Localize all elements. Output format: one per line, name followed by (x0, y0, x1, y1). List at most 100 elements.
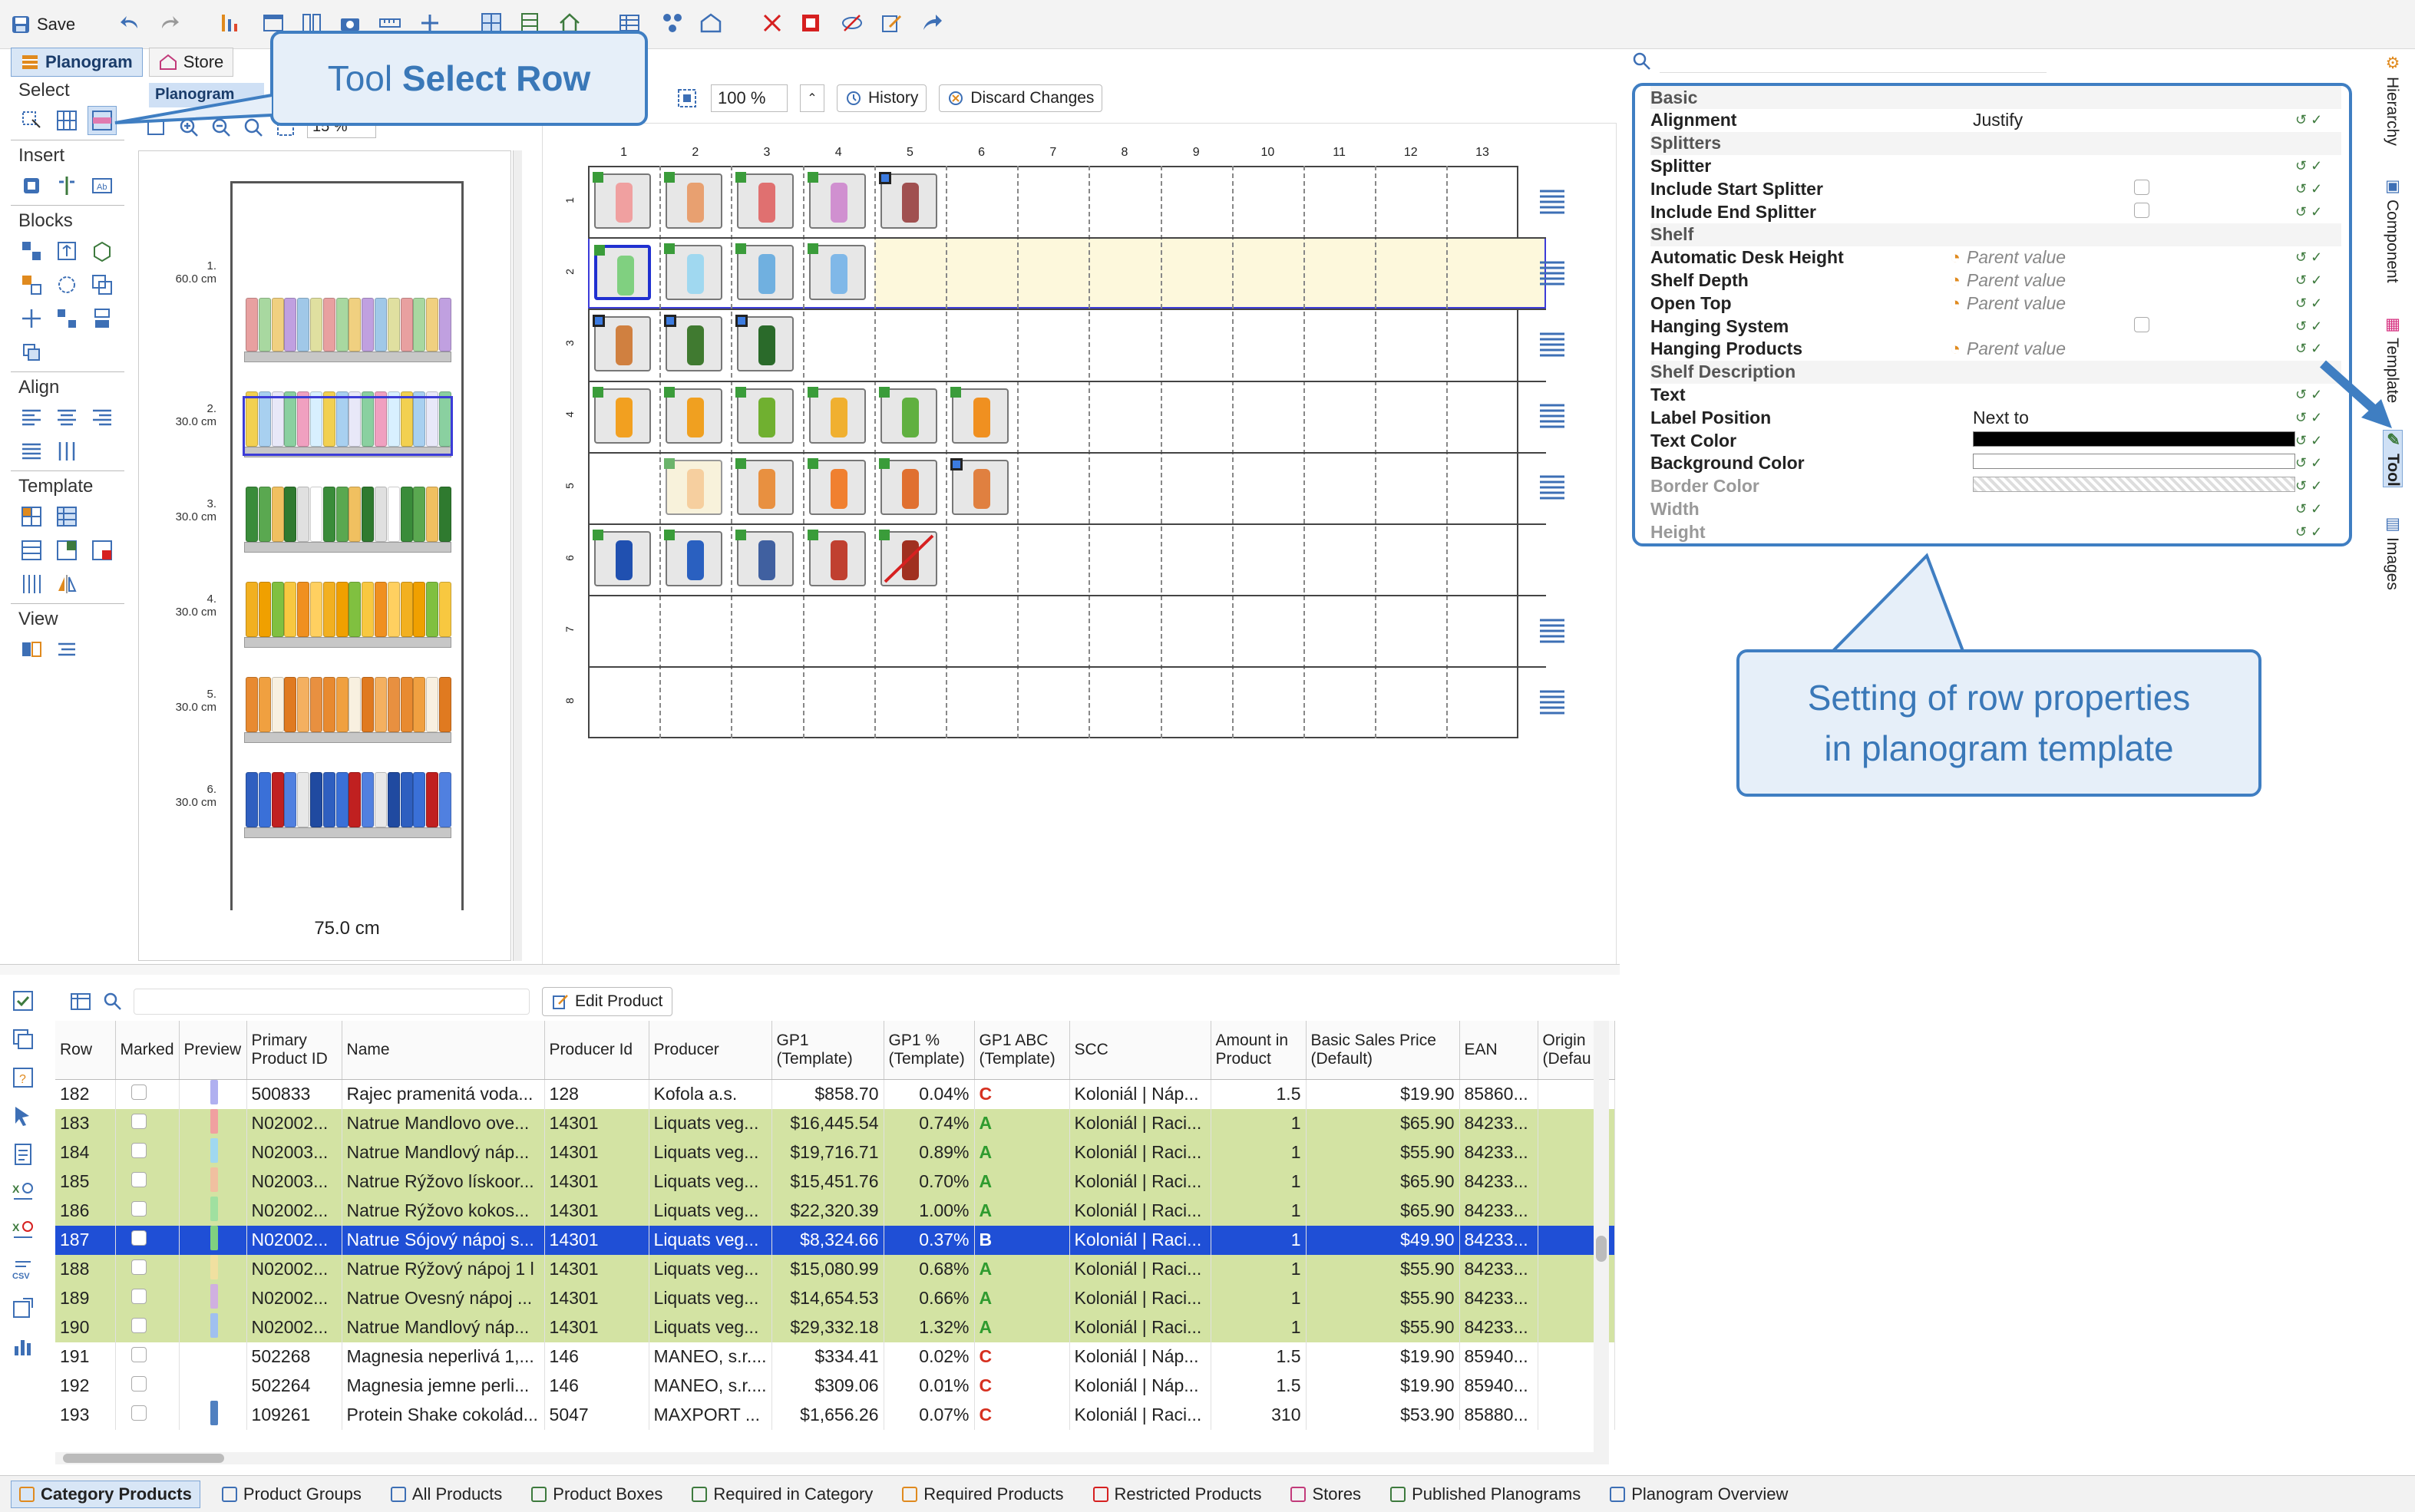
planogram-product[interactable] (664, 315, 723, 372)
property-row[interactable]: Open Top ◔ Parent value ↺ ✓ (1650, 292, 2341, 315)
column-header[interactable]: Preview (179, 1021, 247, 1080)
column-header[interactable]: Producer Id (544, 1021, 649, 1080)
redo-icon[interactable] (154, 8, 184, 38)
preview-scrollbar[interactable] (513, 150, 522, 961)
reset-icon[interactable]: ↺ ✓ (2295, 295, 2341, 312)
property-value[interactable]: Justify (1973, 110, 2295, 130)
stop-icon[interactable] (795, 8, 826, 38)
row-settings-icon[interactable] (1538, 687, 1566, 718)
check-list-icon[interactable] (11, 989, 35, 1013)
property-search-input[interactable] (1660, 50, 2047, 73)
table-row[interactable]: 188 N02002... Natrue Rýžový nápoj 1 l 14301… (55, 1254, 1615, 1284)
row-settings-icon[interactable] (1538, 258, 1566, 289)
property-value[interactable] (1973, 476, 2295, 497)
planogram-product[interactable] (664, 530, 723, 586)
property-value[interactable] (1973, 453, 2295, 474)
planogram-product[interactable] (664, 172, 723, 229)
reset-icon[interactable]: ↺ ✓ (2295, 272, 2341, 289)
property-row[interactable]: Automatic Desk Height ◔ Parent value ↺ ✓ (1650, 246, 2341, 269)
row-settings-icon[interactable] (1538, 329, 1566, 360)
property-row[interactable]: Alignment Justify ↺ ✓ (1650, 109, 2341, 132)
table-row[interactable]: 187 N02002... Natrue Sójový nápoj s... 1430… (55, 1225, 1615, 1255)
tab-store[interactable]: Store (148, 48, 234, 77)
bottom-tab[interactable]: Published Planograms (1383, 1481, 1588, 1508)
store-icon[interactable] (695, 8, 726, 38)
marked-cell[interactable] (115, 1342, 180, 1372)
table-row[interactable]: 183 N02002... Natrue Mandlovo ove... 14301 L… (55, 1108, 1615, 1138)
table-settings-icon[interactable] (69, 990, 92, 1013)
table-search-input[interactable] (134, 989, 530, 1015)
table-row[interactable]: 186 N02002... Natrue Rýžovo kokos... 14301 L… (55, 1196, 1615, 1226)
planogram-product[interactable] (807, 172, 866, 229)
block-cycle-icon[interactable] (52, 270, 81, 299)
marked-checkbox[interactable] (130, 1143, 147, 1158)
planogram-product[interactable] (664, 386, 723, 444)
fit-icon[interactable] (676, 87, 699, 110)
marked-checkbox[interactable] (130, 1084, 147, 1100)
planogram-product[interactable] (593, 315, 651, 372)
column-header[interactable]: GP1 % (Template) (884, 1021, 975, 1080)
network-icon[interactable] (657, 8, 688, 38)
reset-icon[interactable]: ↺ ✓ (2295, 524, 2341, 540)
side-tab-tool[interactable]: ✎ Tool (2383, 430, 2403, 487)
template-table-icon[interactable] (52, 502, 81, 531)
reset-icon[interactable]: ↺ ✓ (2295, 341, 2341, 357)
block-group-icon[interactable] (17, 270, 46, 299)
reset-icon[interactable]: ↺ ✓ (2295, 319, 2341, 335)
reset-icon[interactable]: ↺ ✓ (2295, 181, 2341, 197)
align-left-icon[interactable] (17, 403, 46, 432)
share-icon[interactable] (917, 8, 947, 38)
h-scroll-thumb[interactable] (63, 1454, 224, 1463)
table-horizontal-scrollbar[interactable] (55, 1452, 1594, 1464)
planogram-product[interactable] (950, 457, 1009, 515)
block-split-icon[interactable] (52, 304, 81, 333)
block-move-icon[interactable] (17, 304, 46, 333)
property-row[interactable]: Shelf Depth ◔ Parent value ↺ ✓ (1650, 269, 2341, 292)
property-value[interactable]: ◔ Parent value (1950, 293, 2295, 314)
planogram-product[interactable] (878, 386, 937, 444)
marked-checkbox[interactable] (130, 1376, 147, 1392)
align-justify-icon[interactable] (17, 437, 46, 466)
template-mirror-icon[interactable] (52, 569, 81, 599)
planogram-product[interactable] (807, 243, 866, 301)
property-value[interactable] (1973, 316, 2295, 337)
column-header[interactable]: Producer (649, 1021, 772, 1080)
reset-icon[interactable]: ↺ ✓ (2295, 204, 2341, 220)
property-row[interactable]: Text ↺ ✓ (1650, 383, 2341, 406)
property-row[interactable]: Include End Splitter ↺ ✓ (1650, 200, 2341, 223)
planogram-product[interactable] (735, 243, 795, 301)
csv-icon[interactable]: CSV (11, 1257, 35, 1282)
planogram-product[interactable] (594, 245, 651, 301)
block-resize-icon[interactable] (52, 236, 81, 266)
chart-icon[interactable] (11, 1334, 35, 1358)
marked-checkbox[interactable] (130, 1172, 147, 1187)
bottom-tab[interactable]: Restricted Products (1085, 1481, 1270, 1508)
planogram-product[interactable] (878, 172, 937, 229)
planogram-product[interactable] (807, 530, 866, 586)
marked-cell[interactable] (115, 1137, 180, 1167)
side-tab-template[interactable]: ▦ Template (2383, 315, 2401, 403)
marked-cell[interactable] (115, 1079, 180, 1109)
property-value[interactable]: ◔ Parent value (1950, 247, 2295, 268)
template-red-icon[interactable] (88, 536, 117, 565)
column-header[interactable]: EAN (1459, 1021, 1538, 1080)
insert-product-icon[interactable] (17, 171, 46, 200)
bottom-tab[interactable]: Required in Category (684, 1481, 880, 1508)
property-checkbox[interactable] (2134, 202, 2149, 218)
bottom-tab[interactable]: Category Products (11, 1480, 200, 1508)
reset-icon[interactable]: ↺ ✓ (2295, 455, 2341, 471)
property-value[interactable]: ◔ Parent value (1950, 338, 2295, 359)
marked-cell[interactable] (115, 1254, 180, 1284)
cursor-icon[interactable] (11, 1104, 35, 1128)
sort-icon[interactable] (215, 8, 246, 38)
marked-cell[interactable] (115, 1167, 180, 1197)
template-rows-icon[interactable] (17, 536, 46, 565)
table-row[interactable]: 193 109261 Protein Shake cokolád... 5047 MAX… (55, 1400, 1615, 1430)
planogram-product[interactable] (593, 386, 651, 444)
side-tab-images[interactable]: ▤ Images (2383, 514, 2401, 590)
marked-checkbox[interactable] (130, 1201, 147, 1217)
row-settings-icon[interactable] (1538, 544, 1566, 575)
property-row[interactable]: Background Color ↺ ✓ (1650, 452, 2341, 475)
color-swatch[interactable] (1973, 431, 2295, 447)
planogram-product[interactable] (664, 457, 723, 515)
